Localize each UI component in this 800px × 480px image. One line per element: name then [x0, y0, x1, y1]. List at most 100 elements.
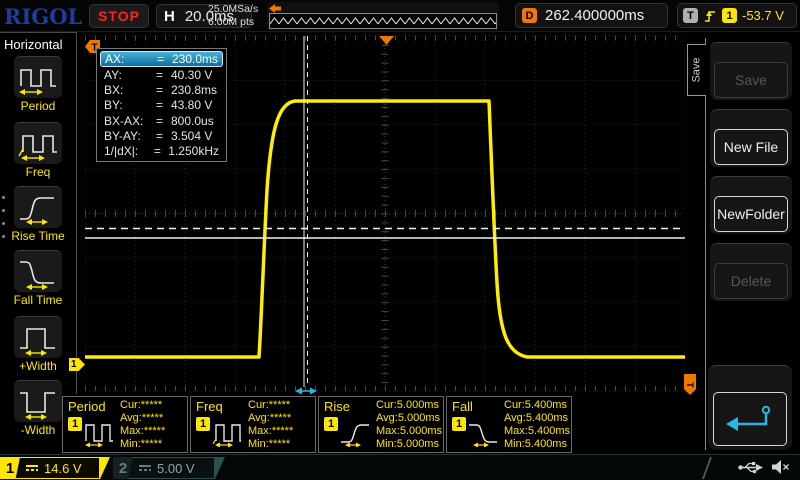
measurement-channel-badge: 1: [196, 417, 210, 431]
delay-box: D 262.400000ms: [515, 3, 668, 28]
memory-arrow-icon: [269, 4, 281, 13]
cursor-row-ax: AX:=230.0ms: [100, 51, 223, 67]
return-arrow-icon: [722, 402, 778, 436]
measurement-slot-rise[interactable]: Rise 1 Cur:5.000ms Avg:5.000ms Max:5.000…: [318, 396, 444, 453]
delay-label: D: [522, 8, 537, 23]
delete-button[interactable]: Delete: [710, 243, 792, 301]
cursor-readout-panel: AX:=230.0ms AY:=40.30 V BX:=230.8ms BY:=…: [96, 48, 227, 162]
speaker-muted-icon: [771, 459, 790, 475]
acquisition-info: 25.0MSa/s 6.00M pts: [208, 3, 264, 29]
memory-waveform-icon: [269, 13, 497, 29]
channel-status-bar: 1 14.6 V 2 5.00 V: [0, 454, 800, 480]
stat-max: Max:5.400ms: [504, 425, 568, 438]
stat-max: Max:*****: [120, 425, 184, 438]
stat-min: Min:*****: [120, 438, 184, 451]
stat-min: Min:5.400ms: [504, 438, 568, 451]
measurement-name: Period: [68, 399, 106, 414]
save-button[interactable]: Save: [710, 42, 792, 100]
left-menu-title: Horizontal: [4, 37, 63, 52]
stat-avg: Avg:*****: [248, 412, 312, 425]
stat-avg: Avg:5.000ms: [376, 412, 440, 425]
channel1-tab[interactable]: 1 14.6 V: [0, 457, 110, 479]
trigger-source-badge: 1: [722, 8, 737, 23]
channel2-tab[interactable]: 2 5.00 V: [113, 457, 225, 479]
h-label: H: [164, 8, 175, 25]
stat-cur: Cur:*****: [120, 399, 184, 412]
rise-icon: [339, 417, 371, 447]
stat-cur: Cur:5.400ms: [504, 399, 568, 412]
trigger-level-marker[interactable]: T: [684, 374, 696, 395]
channel1-number: 1: [0, 457, 20, 479]
channel2-scale: 5.00 V: [157, 461, 195, 476]
dc-coupling-icon: [139, 465, 151, 471]
menu-item-fall-time[interactable]: Fall Time: [0, 250, 76, 307]
menu-item-pos-width[interactable]: +Width: [0, 316, 76, 373]
back-button[interactable]: [708, 365, 792, 450]
cursor-row-inv-dx: 1/|dX|:=1.250kHz: [100, 143, 223, 158]
menu-item-period[interactable]: Period: [0, 56, 76, 113]
trigger-box: T 1 -53.7 V: [677, 3, 797, 28]
dc-coupling-icon: [26, 465, 38, 471]
stat-max: Max:5.000ms: [376, 425, 440, 438]
trigger-position-marker[interactable]: [379, 36, 394, 45]
stat-min: Min:*****: [248, 438, 312, 451]
cursor-row-bxax: BX-AX:=800.0us: [100, 113, 223, 128]
menu-frame-line: [705, 38, 706, 450]
memory-position-bar: [267, 2, 499, 30]
trigger-slope-icon: [703, 8, 717, 24]
measurement-channel-badge: 1: [452, 417, 466, 431]
run-state-indicator: STOP: [89, 4, 149, 28]
trigger-level-value: -53.7 V: [742, 8, 784, 23]
channel2-number: 2: [113, 457, 133, 479]
new-file-button[interactable]: New File: [710, 109, 792, 167]
tab-divider: [702, 457, 720, 479]
stat-max: Max:*****: [248, 425, 312, 438]
stat-avg: Avg:*****: [120, 412, 184, 425]
top-status-bar: RIGOL STOP H 20.0ms 25.0MSa/s 6.00M pts: [0, 0, 800, 32]
measurement-channel-badge: 1: [68, 417, 82, 431]
freq-icon: [211, 417, 243, 447]
measurement-name: Fall: [452, 399, 473, 414]
channel1-ground-marker[interactable]: 1: [69, 358, 85, 371]
cursor-row-by: BY:=43.80 V: [100, 98, 223, 113]
neg-width-icon: [15, 383, 61, 421]
stat-avg: Avg:5.400ms: [504, 412, 568, 425]
menu-item-label: Freq: [0, 165, 76, 179]
horizontal-measure-menu: Horizontal Period Freq: [0, 32, 77, 394]
rigol-logo: RIGOL: [4, 4, 82, 29]
cursor-row-ay: AY:=40.30 V: [100, 67, 223, 82]
measurement-slot-fall[interactable]: Fall 1 Cur:5.400ms Avg:5.400ms Max:5.400…: [446, 396, 572, 453]
period-icon: [15, 59, 61, 97]
trigger-label: T: [683, 8, 698, 23]
new-folder-button[interactable]: NewFolder: [710, 176, 792, 234]
oscilloscope-screen: RIGOL STOP H 20.0ms 25.0MSa/s 6.00M pts: [0, 0, 800, 480]
measurement-channel-badge: 1: [324, 417, 338, 431]
pos-width-icon: [15, 319, 61, 357]
measurement-slot-freq[interactable]: Freq 1 Cur:***** Avg:***** Max:***** Min…: [190, 396, 316, 453]
period-icon: [83, 417, 115, 447]
menu-item-label: Period: [0, 99, 76, 113]
sample-rate: 25.0MSa/s: [208, 3, 264, 16]
measurement-slot-period[interactable]: Period 1 Cur:***** Avg:***** Max:***** M…: [62, 396, 188, 453]
menu-item-rise-time[interactable]: Rise Time: [0, 186, 76, 243]
measurement-name: Freq: [196, 399, 223, 414]
fall-time-icon: [15, 253, 61, 291]
delay-value: 262.400000ms: [545, 7, 644, 24]
memory-depth: 6.00M pts: [208, 16, 264, 29]
stat-cur: Cur:5.000ms: [376, 399, 440, 412]
menu-item-freq[interactable]: Freq: [0, 122, 76, 179]
stat-min: Min:5.000ms: [376, 438, 440, 451]
channel1-scale: 14.6 V: [44, 461, 82, 476]
menu-scroll-dots: [2, 196, 5, 248]
measurement-name: Rise: [324, 399, 350, 414]
cursor-row-bx: BX:=230.8ms: [100, 82, 223, 97]
stat-cur: Cur:*****: [248, 399, 312, 412]
menu-item-label: Fall Time: [0, 293, 76, 307]
menu-item-label: Rise Time: [0, 229, 76, 243]
cursor-row-byay: BY-AY:=3.504 V: [100, 128, 223, 143]
menu-tab-save: Save: [687, 44, 706, 96]
usb-icon: [737, 460, 763, 475]
freq-icon: [15, 125, 61, 163]
fall-icon: [467, 417, 499, 447]
menu-item-label: +Width: [0, 359, 76, 373]
